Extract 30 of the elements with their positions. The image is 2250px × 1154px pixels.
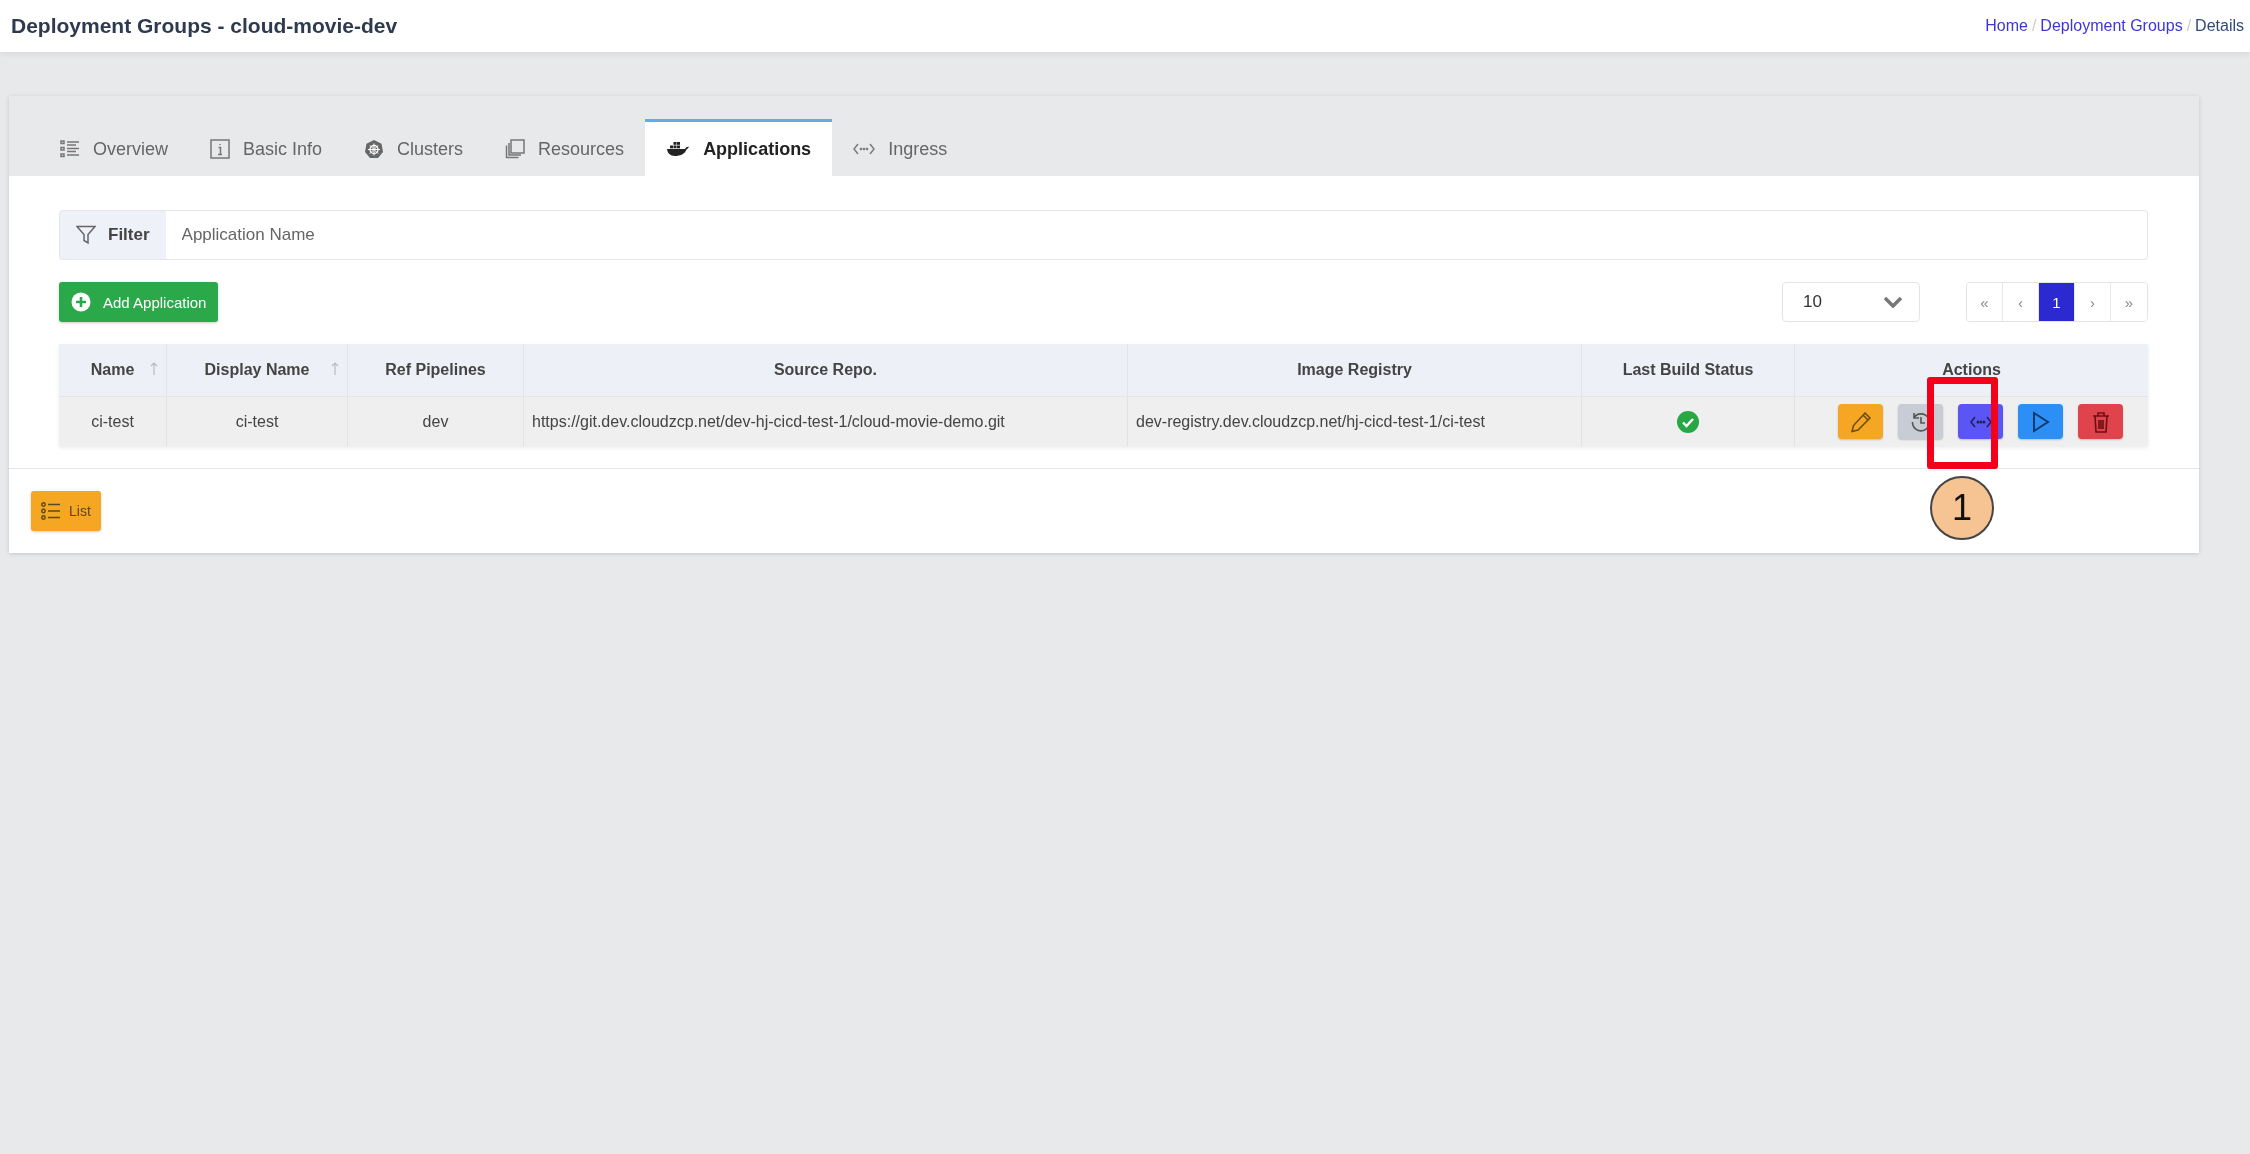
add-application-button[interactable]: Add Application xyxy=(59,282,219,322)
table-cell: ci-test xyxy=(166,396,348,446)
tab[interactable]: Ingress xyxy=(832,119,969,176)
table-cell: dev-registry.dev.cloudzcp.net/hj-cicd-test-1/ci-test xyxy=(1127,396,1582,446)
breadcrumb-current: Details xyxy=(2195,17,2244,35)
breadcrumb-link[interactable]: Deployment Groups xyxy=(2040,17,2183,35)
column-header[interactable]: Name xyxy=(59,344,167,397)
breadcrumb-link[interactable]: Home xyxy=(1985,17,2028,35)
table-cell: https://git.dev.cloudzcp.net/dev-hj-cicd-test-1/cloud-movie-demo.git xyxy=(523,396,1128,446)
column-header: Actions xyxy=(1794,344,2148,397)
list-button[interactable]: List xyxy=(31,491,101,531)
table-cell: ci-test xyxy=(59,396,167,446)
column-header: Last Build Status xyxy=(1581,344,1795,397)
tab[interactable]: Resources xyxy=(484,119,646,176)
tab[interactable]: Clusters xyxy=(343,119,485,176)
column-header: Image Registry xyxy=(1127,344,1582,397)
column-header: Source Repo. xyxy=(523,344,1128,397)
tab[interactable]: Basic Info xyxy=(189,119,344,176)
pagination-button[interactable]: « xyxy=(1967,283,2003,321)
page-title: Deployment Groups - cloud-movie-dev xyxy=(11,14,398,38)
step-number-badge: 1 xyxy=(1930,476,1994,540)
pagination-button[interactable]: 1 xyxy=(2039,283,2075,321)
breadcrumb-separator: / xyxy=(2186,17,2192,35)
tab[interactable]: Applications xyxy=(645,119,833,176)
tab[interactable]: Overview xyxy=(39,119,189,176)
column-header: Ref Pipelines xyxy=(347,344,524,397)
breadcrumb-separator: / xyxy=(2031,17,2037,35)
table-cell: dev xyxy=(347,396,524,446)
column-header[interactable]: Display Name xyxy=(166,344,348,397)
page-size-select[interactable]: 10 xyxy=(1782,282,1920,322)
